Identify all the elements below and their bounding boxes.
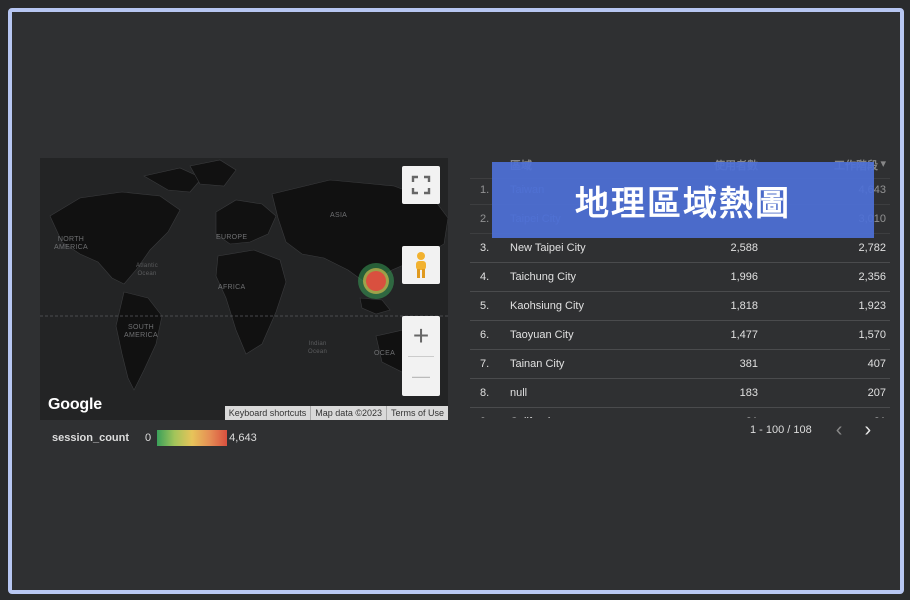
row-index: 3. <box>480 242 490 254</box>
label-oceania: OCEA <box>374 350 396 357</box>
geo-map[interactable]: NORTH AMERICA SOUTH AMERICA EUROPE AFRICA … <box>40 158 448 420</box>
label-asia: ASIA <box>330 212 348 219</box>
table-row[interactable]: 7. Tainan City 381 407 <box>470 350 890 379</box>
table-row[interactable]: 3. New Taipei City 2,588 2,782 <box>470 234 890 263</box>
row-index: 9. <box>480 416 489 418</box>
row-sessions-value: 407 <box>867 358 886 370</box>
legend-color-scale <box>157 430 228 446</box>
zoom-out-button[interactable]: — <box>402 356 440 396</box>
row-sessions-value: 21 <box>874 416 886 418</box>
label-africa: AFRICA <box>218 284 246 291</box>
row-region-name: Kaohsiung City <box>510 300 584 312</box>
row-sessions-value: 2,356 <box>858 271 886 283</box>
overlay-title: 地理區域熱圖 <box>575 183 791 224</box>
zoom-controls: + — <box>402 316 440 396</box>
row-users-value: 21 <box>746 416 758 418</box>
google-logo: Google <box>48 396 102 413</box>
prev-page-button[interactable]: ‹ <box>836 420 843 440</box>
row-users-value: 381 <box>739 358 758 370</box>
street-view-pegman-button[interactable] <box>402 246 440 284</box>
row-region-name: California <box>510 416 556 418</box>
pegman-icon <box>416 252 426 278</box>
row-users-value: 2,588 <box>730 242 758 254</box>
row-index: 5. <box>480 300 490 312</box>
legend-min: 0 <box>145 432 152 444</box>
row-region-name: Taichung City <box>510 271 577 283</box>
label-south-america: SOUTH AMERICA <box>124 324 158 339</box>
legend-max: 4,643 <box>229 432 257 444</box>
fullscreen-button[interactable] <box>402 166 440 204</box>
terms-of-use-link[interactable]: Terms of Use <box>385 406 448 420</box>
zoom-in-button[interactable]: + <box>402 316 440 356</box>
heatmap-legend: session_count 0 4,643 <box>52 430 257 446</box>
row-region-name: New Taipei City <box>510 242 586 254</box>
row-index: 8. <box>480 387 490 399</box>
row-index: 1. <box>480 184 490 196</box>
map-attribution: Keyboard shortcuts Map data ©2023 Terms … <box>224 406 448 420</box>
row-sessions-value: 207 <box>867 387 886 399</box>
row-users-value: 183 <box>739 387 758 399</box>
table-row[interactable]: 8. null 183 207 <box>470 379 890 408</box>
title-overlay: 地理區域熱圖 <box>492 162 874 238</box>
fullscreen-icon <box>411 175 431 195</box>
row-index: 6. <box>480 329 490 341</box>
label-europe: EUROPE <box>216 234 248 241</box>
row-region-name: Tainan City <box>510 358 565 370</box>
heatmap-hotspot[interactable] <box>358 263 394 299</box>
label-atlantic-ocean: Atlantic Ocean <box>136 263 159 277</box>
row-sessions-value: 1,923 <box>858 300 886 312</box>
table-pagination: 1 - 100 / 108 ‹ › <box>750 420 871 440</box>
keyboard-shortcuts-link[interactable]: Keyboard shortcuts <box>225 406 311 420</box>
table-row[interactable]: 4. Taichung City 1,996 2,356 <box>470 263 890 292</box>
row-index: 7. <box>480 358 490 370</box>
row-index: 2. <box>480 213 490 225</box>
row-users-value: 1,996 <box>730 271 758 283</box>
row-index: 4. <box>480 271 490 283</box>
table-row[interactable]: 5. Kaohsiung City 1,818 1,923 <box>470 292 890 321</box>
pagination-range: 1 - 100 / 108 <box>750 424 812 436</box>
row-users-value: 1,477 <box>730 329 758 341</box>
table-row[interactable]: 6. Taoyuan City 1,477 1,570 <box>470 321 890 350</box>
next-page-button[interactable]: › <box>864 420 871 440</box>
label-north-america: NORTH AMERICA <box>54 236 88 251</box>
row-sessions-value: 1,570 <box>858 329 886 341</box>
table-row[interactable]: 9. California 21 21 <box>470 408 890 418</box>
row-region-name: null <box>510 387 528 399</box>
row-region-name: Taoyuan City <box>510 329 574 341</box>
sort-desc-icon[interactable]: ▾ <box>880 157 886 170</box>
map-data-text: Map data ©2023 <box>310 406 386 420</box>
legend-metric-label: session_count <box>52 432 130 444</box>
row-sessions-value: 2,782 <box>858 242 886 254</box>
label-indian-ocean: Indian Ocean <box>308 341 328 355</box>
row-users-value: 1,818 <box>730 300 758 312</box>
